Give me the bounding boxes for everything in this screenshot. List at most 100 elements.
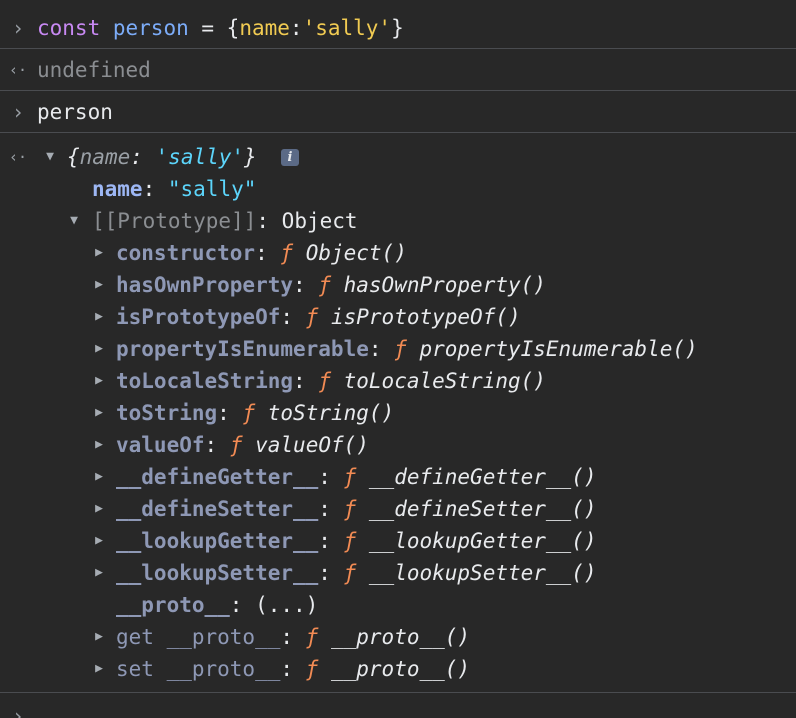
proto-property-row[interactable]: ▶ hasOwnProperty: ƒ hasOwnProperty() xyxy=(0,269,796,301)
proto-key: __defineSetter__ xyxy=(116,497,319,521)
function-name: __defineGetter__() xyxy=(368,465,597,489)
prototype-row[interactable]: ▼ [[Prototype]]: Object xyxy=(0,205,796,237)
proto-colon: : xyxy=(204,433,230,457)
close-brace: } xyxy=(391,16,404,40)
proto-property-row[interactable]: ▶ isPrototypeOf: ƒ isPrototypeOf() xyxy=(0,301,796,333)
proto-colon: : xyxy=(280,305,306,329)
getter-row[interactable]: ▶ get __proto__: ƒ __proto__() xyxy=(0,621,796,653)
proto-property-row[interactable]: ▶ __defineGetter__: ƒ __defineGetter__() xyxy=(0,461,796,493)
function-name: __defineSetter__() xyxy=(368,497,597,521)
proto-property-row[interactable]: ▶ __lookupSetter__: ƒ __lookupSetter__() xyxy=(0,557,796,589)
console-input-line[interactable]: › person xyxy=(0,96,796,128)
function-icon: ƒ xyxy=(318,273,331,297)
function-icon: ƒ xyxy=(305,657,319,681)
proto-colon: : xyxy=(318,465,344,489)
separator xyxy=(0,132,796,133)
object-preview-row[interactable]: ‹· ▼ {name: 'sally'} i xyxy=(0,141,796,173)
proto-colon: : xyxy=(255,241,281,265)
proto-property: __defineSetter__: ƒ __defineSetter__() xyxy=(116,493,596,525)
variable-person: person xyxy=(112,16,189,40)
function-name: toString() xyxy=(267,401,395,425)
proto-accessor-value[interactable]: (...) xyxy=(255,593,318,617)
proto-colon: : xyxy=(318,529,344,553)
colon: : xyxy=(289,16,303,40)
proto-key: valueOf xyxy=(116,433,205,457)
preview-open-brace: { xyxy=(67,145,80,169)
getter-colon: : xyxy=(280,625,306,649)
proto-accessor-key: __proto__ xyxy=(116,593,230,617)
separator xyxy=(0,692,796,693)
proto-property-row[interactable]: ▶ propertyIsEnumerable: ƒ propertyIsEnum… xyxy=(0,333,796,365)
function-icon: ƒ xyxy=(242,401,256,425)
separator xyxy=(0,48,796,49)
preview-colon: : xyxy=(130,145,156,169)
collapsed-triangle-icon[interactable]: ▶ xyxy=(91,653,107,685)
own-property-row: name: "sally" xyxy=(0,173,796,205)
result-arrow-icon: ‹· xyxy=(8,61,28,79)
proto-property-row[interactable]: ▶ __defineSetter__: ƒ __defineSetter__() xyxy=(0,493,796,525)
info-icon[interactable]: i xyxy=(281,149,299,166)
prompt-chevron-icon: › xyxy=(11,100,25,124)
function-name: valueOf() xyxy=(255,433,369,457)
collapsed-triangle-icon[interactable]: ▶ xyxy=(91,333,107,365)
proto-accessor-colon: : xyxy=(229,593,256,617)
function-icon: ƒ xyxy=(318,369,331,393)
proto-property-row[interactable]: ▶ valueOf: ƒ valueOf() xyxy=(0,429,796,461)
prototype-label: [[Prototype]]: Object xyxy=(92,205,358,237)
function-icon: ƒ xyxy=(343,561,357,585)
expanded-triangle-icon[interactable]: ▼ xyxy=(42,141,58,173)
property-name: name: "sally" xyxy=(92,173,256,205)
collapsed-triangle-icon[interactable]: ▶ xyxy=(91,365,107,397)
collapsed-triangle-icon[interactable]: ▶ xyxy=(91,621,107,653)
proto-accessor-row[interactable]: __proto__: (...) xyxy=(0,589,796,621)
proto-property-row[interactable]: ▶ constructor: ƒ Object() xyxy=(0,237,796,269)
proto-key: toLocaleString xyxy=(116,369,294,393)
input-person: person xyxy=(37,100,113,124)
function-name: propertyIsEnumerable() xyxy=(419,337,698,361)
preview-key: name xyxy=(79,145,131,169)
collapsed-triangle-icon[interactable]: ▶ xyxy=(91,301,107,333)
console-prompt-line[interactable]: › xyxy=(0,700,796,718)
proto-key: __lookupSetter__ xyxy=(116,561,319,585)
proto-property: toLocaleString: ƒ toLocaleString() xyxy=(116,365,546,397)
input-code: const person = {name:'sally'} xyxy=(37,12,404,44)
function-name: __lookupGetter__() xyxy=(368,529,597,553)
string-sally: 'sally' xyxy=(302,16,392,40)
keyword-const: const xyxy=(37,16,101,40)
output-undefined: undefined xyxy=(37,58,151,82)
setter-property: set __proto__: ƒ __proto__() xyxy=(116,653,470,685)
console-output-line: ‹· undefined xyxy=(0,54,796,86)
collapsed-triangle-icon[interactable]: ▶ xyxy=(91,429,107,461)
function-name: __proto__() xyxy=(330,625,471,649)
setter-row[interactable]: ▶ set __proto__: ƒ __proto__() xyxy=(0,653,796,685)
prompt-chevron-icon: › xyxy=(11,16,25,40)
proto-key: constructor xyxy=(116,241,256,265)
collapsed-triangle-icon[interactable]: ▶ xyxy=(91,461,107,493)
console-input-line[interactable]: › const person = {name:'sally'} xyxy=(0,12,796,44)
prototype-key: [[Prototype]] xyxy=(92,209,257,233)
function-name: hasOwnProperty() xyxy=(343,273,546,297)
collapsed-triangle-icon[interactable]: ▶ xyxy=(91,269,107,301)
proto-property-row[interactable]: ▶ toString: ƒ toString() xyxy=(0,397,796,429)
collapsed-triangle-icon[interactable]: ▶ xyxy=(91,397,107,429)
prototype-value: Object xyxy=(281,209,358,233)
open-brace: { xyxy=(226,16,240,40)
collapsed-triangle-icon[interactable]: ▶ xyxy=(91,557,107,589)
collapsed-triangle-icon[interactable]: ▶ xyxy=(91,493,107,525)
collapsed-triangle-icon[interactable]: ▶ xyxy=(91,525,107,557)
assign-operator: = xyxy=(188,16,227,40)
proto-key: __defineGetter__ xyxy=(116,465,319,489)
proto-property-row[interactable]: ▶ __lookupGetter__: ƒ __lookupGetter__() xyxy=(0,525,796,557)
function-name: __proto__() xyxy=(330,657,471,681)
function-name: Object() xyxy=(305,241,407,265)
collapsed-triangle-icon[interactable]: ▶ xyxy=(91,237,107,269)
function-icon: ƒ xyxy=(305,305,319,329)
preview-close-brace: } xyxy=(244,145,257,169)
function-name: toLocaleString() xyxy=(343,369,546,393)
function-icon: ƒ xyxy=(343,465,357,489)
proto-property-row[interactable]: ▶ toLocaleString: ƒ toLocaleString() xyxy=(0,365,796,397)
expanded-triangle-icon[interactable]: ▼ xyxy=(66,205,82,237)
object-key-name: name xyxy=(239,16,290,40)
proto-colon: : xyxy=(368,337,395,361)
proto-key: propertyIsEnumerable xyxy=(116,337,369,361)
